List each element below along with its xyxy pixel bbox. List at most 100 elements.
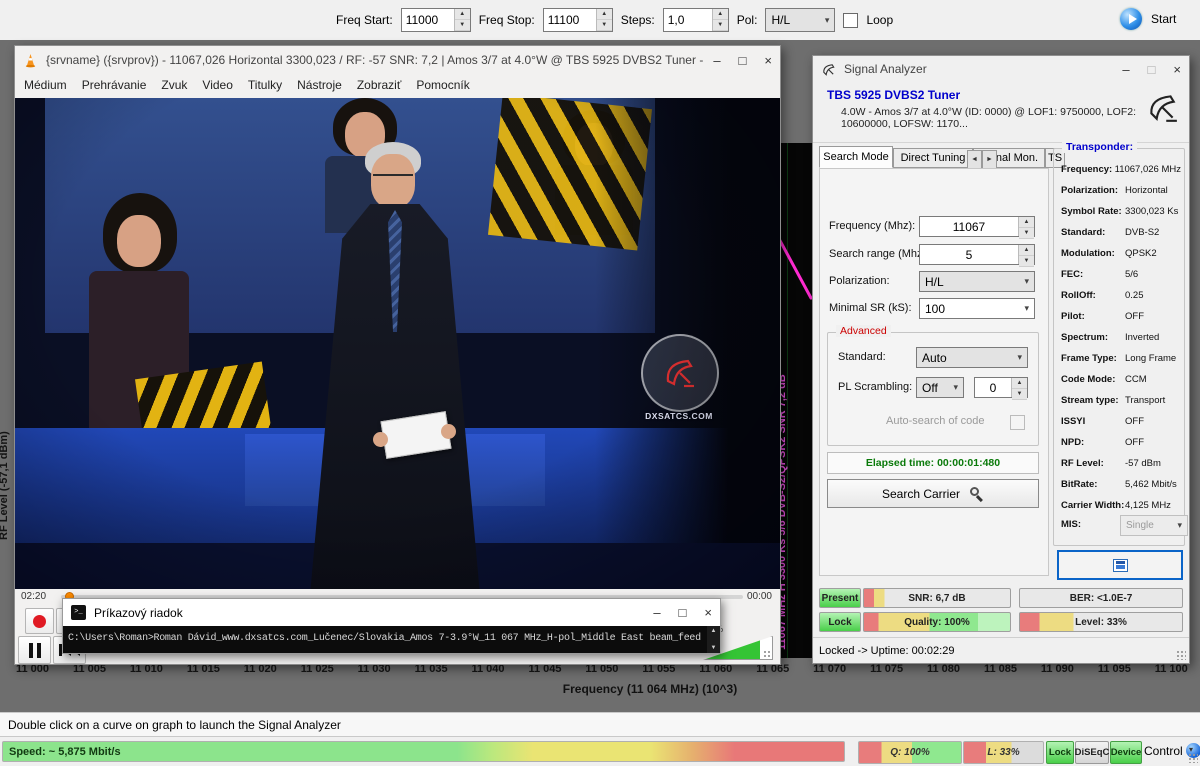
steps-spinner[interactable]: ▲▼ xyxy=(712,9,728,31)
loop-checkbox[interactable] xyxy=(843,13,858,28)
vlc-cone-icon xyxy=(23,53,38,68)
menu-item[interactable]: Nástroje xyxy=(297,78,342,92)
spin-down-icon: ▼ xyxy=(1012,389,1027,400)
close-icon[interactable]: × xyxy=(764,53,772,68)
tuner-name: TBS 5925 DVBS2 Tuner xyxy=(827,88,960,102)
spin-down-icon: ▼ xyxy=(713,20,728,31)
cmd-scrollbar[interactable]: ▲▼ xyxy=(707,626,720,653)
menu-item[interactable]: Zvuk xyxy=(161,78,187,92)
close-icon[interactable]: × xyxy=(1173,62,1181,77)
device-button[interactable]: Device xyxy=(1110,741,1142,764)
resize-grip[interactable] xyxy=(1176,650,1186,660)
pol-select[interactable]: H/L▾ xyxy=(765,8,835,32)
vlc-title: {srvname} ({srvprov}) - 11067,026 Horizo… xyxy=(46,53,705,67)
auto-search-label: Auto-search of code xyxy=(886,415,984,427)
search-range-input[interactable]: 5 ▲▼ xyxy=(919,244,1035,265)
tab-direct-tuning[interactable]: Direct Tuning xyxy=(893,148,973,168)
transponder-row: Symbol Rate: 3300,023 Ks xyxy=(1061,201,1181,222)
resize-grip[interactable] xyxy=(763,650,773,660)
advanced-groupbox: Advanced Standard: Auto▾ PL Scrambling: … xyxy=(827,332,1039,446)
close-icon[interactable]: × xyxy=(704,605,712,620)
pause-button[interactable] xyxy=(18,636,51,664)
pl-scrambling-select[interactable]: Off▾ xyxy=(916,377,964,398)
pl-scrambling-label: PL Scrambling: xyxy=(838,381,912,393)
pl-code-input[interactable]: 0 ▲▼ xyxy=(974,377,1028,398)
record-button[interactable] xyxy=(25,608,54,634)
transponder-list-button[interactable] xyxy=(1057,550,1183,580)
video-area[interactable]: DXSATCS.COM xyxy=(15,98,780,589)
maximize-icon[interactable]: □ xyxy=(679,605,687,620)
search-range-spinner[interactable]: ▲▼ xyxy=(1018,245,1034,264)
polarization-select[interactable]: H/L▾ xyxy=(919,271,1035,292)
spin-up-icon: ▲ xyxy=(1012,378,1027,389)
mis-select[interactable]: Single▾ xyxy=(1120,515,1188,536)
transponder-row: Carrier Width: 4,125 MHz xyxy=(1061,495,1181,516)
ber-meter: BER: <1.0E-7 xyxy=(1019,588,1183,608)
menu-item[interactable]: Titulky xyxy=(248,78,282,92)
auto-search-checkbox[interactable] xyxy=(1010,415,1025,430)
start-button[interactable]: Start xyxy=(1120,8,1176,30)
pol-label: Pol: xyxy=(737,13,758,27)
satellite-dish-icon xyxy=(1145,90,1179,124)
transponder-row: Code Mode: CCM xyxy=(1061,369,1181,390)
freq-start-label: Freq Start: xyxy=(336,13,393,27)
tab-scroll-right-icon[interactable]: ► xyxy=(982,150,997,169)
menu-item[interactable]: Prehrávanie xyxy=(82,78,147,92)
lock-status-button[interactable]: Lock xyxy=(1046,741,1074,764)
menu-item[interactable]: Video xyxy=(202,78,232,92)
tuner-header: TBS 5925 DVBS2 Tuner 4.0W - Amos 3/7 at … xyxy=(813,82,1189,143)
transponder-row: RF Level: -57 dBm xyxy=(1061,453,1181,474)
vignette-overlay xyxy=(15,98,780,589)
freq-stop-input[interactable]: 11100 ▲▼ xyxy=(543,8,613,32)
frequency-spinner[interactable]: ▲▼ xyxy=(1018,217,1034,236)
menu-item[interactable]: Pomocník xyxy=(416,78,469,92)
transponder-row: Spectrum: Inverted xyxy=(1061,327,1181,348)
minimize-icon[interactable]: – xyxy=(1122,62,1129,77)
freq-start-input[interactable]: 11000 ▲▼ xyxy=(401,8,471,32)
maximize-icon[interactable]: □ xyxy=(739,53,747,68)
bottom-statusbar: Speed: ~ 5,875 Mbit/s Q: 100% L: 33% Loc… xyxy=(0,737,1200,766)
sa-title: Signal Analyzer xyxy=(844,62,1114,76)
minimize-icon[interactable]: – xyxy=(713,53,720,68)
start-play-icon[interactable] xyxy=(1120,8,1142,30)
transponder-title: Transponder: xyxy=(1062,141,1137,153)
transponder-row: NPD: OFF xyxy=(1061,432,1181,453)
scroll-up-icon: ▲ xyxy=(711,628,717,634)
sa-titlebar[interactable]: Signal Analyzer – □ × xyxy=(813,56,1189,82)
tick-label: 11 070 xyxy=(813,663,846,675)
vlc-titlebar[interactable]: {srvname} ({srvprov}) - 11067,026 Horizo… xyxy=(15,46,780,74)
transponder-row: Frequency: 11067,026 MHz xyxy=(1061,159,1181,180)
frequency-input[interactable]: 11067 ▲▼ xyxy=(919,216,1035,237)
tab-search-mode[interactable]: Search Mode xyxy=(819,146,893,168)
x-axis-title: Frequency (11 064 MHz) (10^3) xyxy=(100,682,1200,696)
pl-code-spinner[interactable]: ▲▼ xyxy=(1011,378,1027,397)
cmd-titlebar[interactable]: >_ Príkazový riadok – □ × xyxy=(63,599,720,626)
standard-label: Standard: xyxy=(838,351,886,363)
transponder-groupbox: Transponder: Frequency: 11067,026 MHz Po… xyxy=(1053,148,1185,546)
menu-item[interactable]: Médium xyxy=(24,78,67,92)
search-carrier-button[interactable]: Search Carrier xyxy=(827,479,1039,508)
menu-item[interactable]: Zobraziť xyxy=(357,78,402,92)
freq-start-spinner[interactable]: ▲▼ xyxy=(454,9,470,31)
freq-stop-spinner[interactable]: ▲▼ xyxy=(596,9,612,31)
tuner-info: 4.0W - Amos 3/7 at 4.0°W (ID: 0000) @ LO… xyxy=(841,106,1141,130)
transponder-row: BitRate: 5,462 Mbit/s xyxy=(1061,474,1181,495)
diseqc-button[interactable]: DiSEqC xyxy=(1075,741,1109,764)
minimize-icon[interactable]: – xyxy=(653,605,660,620)
minimal-sr-select[interactable]: 100▾ xyxy=(919,298,1035,319)
standard-select[interactable]: Auto▾ xyxy=(916,347,1028,368)
steps-label: Steps: xyxy=(621,13,655,27)
frequency-label: Frequency (Mhz): xyxy=(829,220,915,232)
maximize-icon[interactable]: □ xyxy=(1148,62,1156,77)
cmd-console[interactable]: C:\Users\Roman>Roman Dávid_www.dxsatcs.c… xyxy=(63,626,720,653)
tab-scroll-left-icon[interactable]: ◄ xyxy=(967,150,982,169)
speed-meter: Speed: ~ 5,875 Mbit/s xyxy=(2,741,845,762)
signal-analyzer-window: Signal Analyzer – □ × TBS 5925 DVBS2 Tun… xyxy=(812,55,1190,664)
spin-down-icon: ▼ xyxy=(455,20,470,31)
satellite-dish-icon xyxy=(821,62,836,77)
loop-label: Loop xyxy=(866,13,893,27)
transponder-row: Stream type: Transport xyxy=(1061,390,1181,411)
transponder-row: ISSYI OFF xyxy=(1061,411,1181,432)
steps-input[interactable]: 1,0 ▲▼ xyxy=(663,8,729,32)
resize-grip[interactable] xyxy=(1188,753,1198,763)
